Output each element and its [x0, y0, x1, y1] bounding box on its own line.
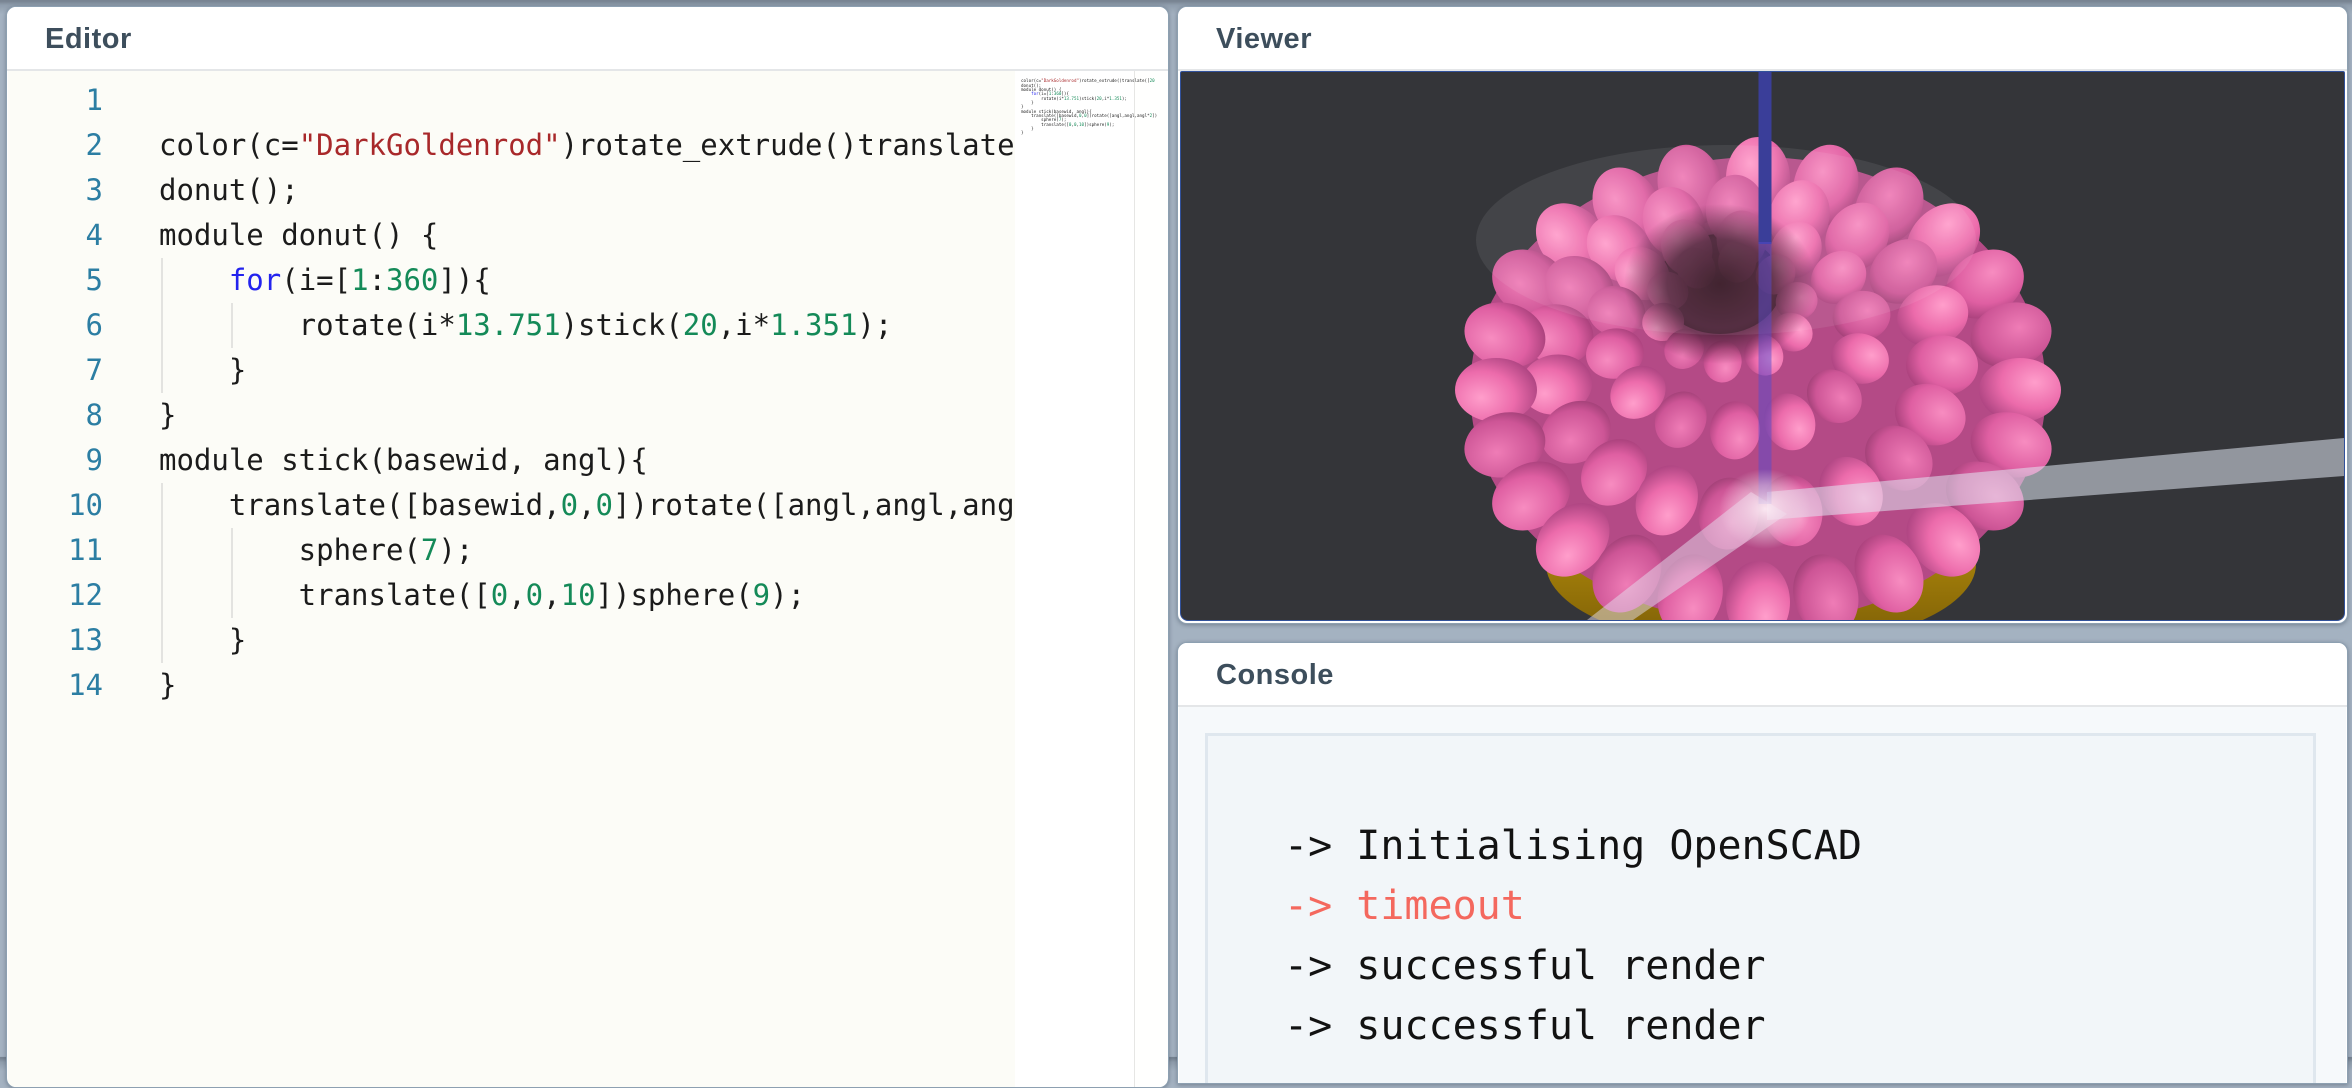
console-panel: Console -> Initialising OpenSCAD-> timeo…	[1177, 642, 2348, 1084]
line-number: 13	[8, 618, 103, 663]
code-text: }	[159, 618, 246, 663]
console-message: -> timeout	[1284, 876, 2313, 936]
axis-origin-blob	[1719, 469, 1811, 549]
code-text: rotate(i*13.751)stick(20,i*1.351);	[159, 303, 892, 348]
code-text: module stick(basewid, angl){	[159, 438, 648, 483]
code-line[interactable]: 11 sphere(7);	[8, 528, 1167, 573]
code-text: sphere(7);	[159, 528, 473, 573]
code-text: }	[159, 348, 246, 393]
code-text: }	[159, 393, 176, 438]
console-panel-title: Console	[1178, 643, 2347, 705]
line-number: 4	[8, 213, 103, 258]
line-number: 10	[8, 483, 103, 528]
code-line[interactable]: 3 donut();	[8, 168, 1167, 213]
code-line[interactable]: 7 }	[8, 348, 1167, 393]
editor-minimap[interactable]: color(c="DarkGoldenrod")rotate_extrude()…	[1015, 71, 1135, 1087]
editor-panel-title: Editor	[7, 7, 1168, 69]
code-text: for(i=[1:360]){	[159, 258, 491, 303]
console-body: -> Initialising OpenSCAD-> timeout-> suc…	[1179, 707, 2346, 1083]
editor-panel: Editor 12 color(c="DarkGoldenrod")rotate_…	[6, 6, 1169, 1088]
viewer-panel-title: Viewer	[1178, 7, 2347, 69]
code-lines[interactable]: 12 color(c="DarkGoldenrod")rotate_extrude…	[8, 78, 1167, 708]
line-number: 6	[8, 303, 103, 348]
console-log: -> Initialising OpenSCAD-> timeout-> suc…	[1208, 736, 2313, 1056]
line-number: 2	[8, 123, 103, 168]
code-text: color(c="DarkGoldenrod")rotate_extrude()…	[159, 123, 1084, 168]
line-number: 7	[8, 348, 103, 393]
code-text: translate([basewid,0,0])rotate([angl,ang…	[159, 483, 1102, 528]
code-line[interactable]: 2 color(c="DarkGoldenrod")rotate_extrude(…	[8, 123, 1167, 168]
code-text: translate([0,0,10])sphere(9);	[159, 573, 805, 618]
code-line[interactable]: 8}	[8, 393, 1167, 438]
line-number: 12	[8, 573, 103, 618]
console-message: -> Initialising OpenSCAD	[1284, 816, 2313, 876]
line-number: 9	[8, 438, 103, 483]
code-line[interactable]: 6 rotate(i*13.751)stick(20,i*1.351);	[8, 303, 1167, 348]
line-number: 3	[8, 168, 103, 213]
line-number: 14	[8, 663, 103, 708]
code-line[interactable]: 13 }	[8, 618, 1167, 663]
console-message: -> successful render	[1284, 936, 2313, 996]
code-text: module donut() {	[159, 213, 438, 258]
line-number: 1	[8, 78, 103, 123]
code-line[interactable]: 1	[8, 78, 1167, 123]
line-number: 11	[8, 528, 103, 573]
donut-bump	[1979, 358, 2061, 422]
viewer-panel: Viewer	[1177, 6, 2348, 624]
z-axis-rod-through	[1759, 242, 1772, 504]
donut-highlight	[1476, 145, 1976, 335]
code-line[interactable]: 9 module stick(basewid, angl){	[8, 438, 1167, 483]
code-text: donut();	[159, 168, 299, 213]
editor-scrollbar-column: color(c="DarkGoldenrod")rotate_extrude()…	[1015, 71, 1167, 1087]
code-line[interactable]: 14}	[8, 663, 1167, 708]
code-editor[interactable]: 12 color(c="DarkGoldenrod")rotate_extrude…	[8, 71, 1167, 1087]
code-line[interactable]: 10 translate([basewid,0,0])rotate([angl,…	[8, 483, 1167, 528]
z-axis-rod	[1759, 72, 1772, 244]
minimap-code: color(c="DarkGoldenrod")rotate_extrude()…	[1015, 71, 1134, 136]
viewer-3d-canvas[interactable]	[1180, 71, 2345, 621]
openscad-web-ide: { "page": { "background": "#a4b2c1", "pa…	[0, 0, 2352, 1057]
donut-3d-scene	[1181, 72, 2344, 620]
console-log-box[interactable]: -> Initialising OpenSCAD-> timeout-> suc…	[1205, 733, 2316, 1084]
line-number: 5	[8, 258, 103, 303]
code-text: }	[159, 663, 176, 708]
console-message: -> successful render	[1284, 996, 2313, 1056]
line-number: 8	[8, 393, 103, 438]
code-line[interactable]: 5 for(i=[1:360]){	[8, 258, 1167, 303]
code-line[interactable]: 4 module donut() {	[8, 213, 1167, 258]
donut-bump	[1455, 358, 1537, 422]
code-line[interactable]: 12 translate([0,0,10])sphere(9);	[8, 573, 1167, 618]
